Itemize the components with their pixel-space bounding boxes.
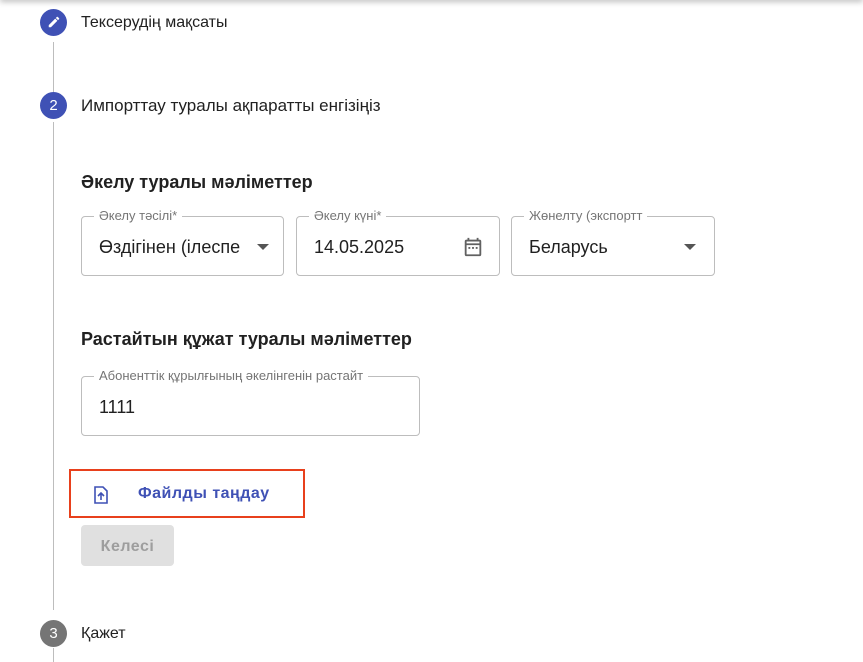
step-2-icon[interactable]: 2 — [40, 92, 67, 119]
chevron-down-icon[interactable] — [684, 244, 696, 250]
import-method-label: Әкелу тәсілі* — [94, 208, 183, 223]
import-date-value: 14.05.2025 — [314, 237, 405, 257]
pencil-icon — [48, 16, 59, 28]
import-method-select[interactable]: Әкелу тәсілі* Өздігінен (ілеспе — [81, 208, 284, 276]
step-connector-2 — [53, 122, 54, 610]
import-section-title: Әкелу туралы мәліметтер — [81, 172, 313, 192]
step-3-label[interactable]: Қажет — [81, 625, 126, 643]
export-country-select[interactable]: Жөнелту (экспортт Беларусь — [511, 208, 715, 276]
step-1-icon[interactable] — [40, 9, 67, 36]
document-number-field[interactable]: Абоненттік құрылғының әкелінгенін растай… — [81, 368, 420, 436]
choose-file-button[interactable]: Файлды таңдау — [69, 469, 305, 518]
document-section-title: Растайтын құжат туралы мәліметтер — [81, 329, 412, 349]
step-1-label[interactable]: Тексерудің мақсаты — [81, 14, 227, 32]
step-connector-1 — [53, 42, 54, 92]
export-country-label: Жөнелту (экспортт — [524, 208, 648, 223]
document-number-value: 1111 — [99, 397, 136, 417]
export-country-value: Беларусь — [529, 237, 608, 257]
next-button[interactable]: Келесі — [81, 525, 174, 566]
step-connector-3 — [53, 648, 54, 662]
calendar-icon[interactable] — [462, 235, 484, 259]
import-method-value: Өздігінен (ілеспе — [99, 237, 241, 257]
stepper-page: Тексерудің мақсаты 2 Импорттау туралы ақ… — [0, 0, 863, 662]
document-number-label: Абоненттік құрылғының әкелінгенін растай… — [94, 368, 369, 383]
chevron-down-icon[interactable] — [257, 244, 269, 250]
step-2-label[interactable]: Импорттау туралы ақпаратты енгізіңіз — [81, 96, 381, 116]
import-date-field[interactable]: Әкелу күні* 14.05.2025 — [296, 208, 500, 276]
choose-file-label: Файлды таңдау — [138, 485, 270, 502]
step-3-icon[interactable]: 3 — [40, 620, 67, 647]
file-upload-icon — [94, 486, 108, 504]
import-date-label: Әкелу күні* — [309, 208, 387, 223]
